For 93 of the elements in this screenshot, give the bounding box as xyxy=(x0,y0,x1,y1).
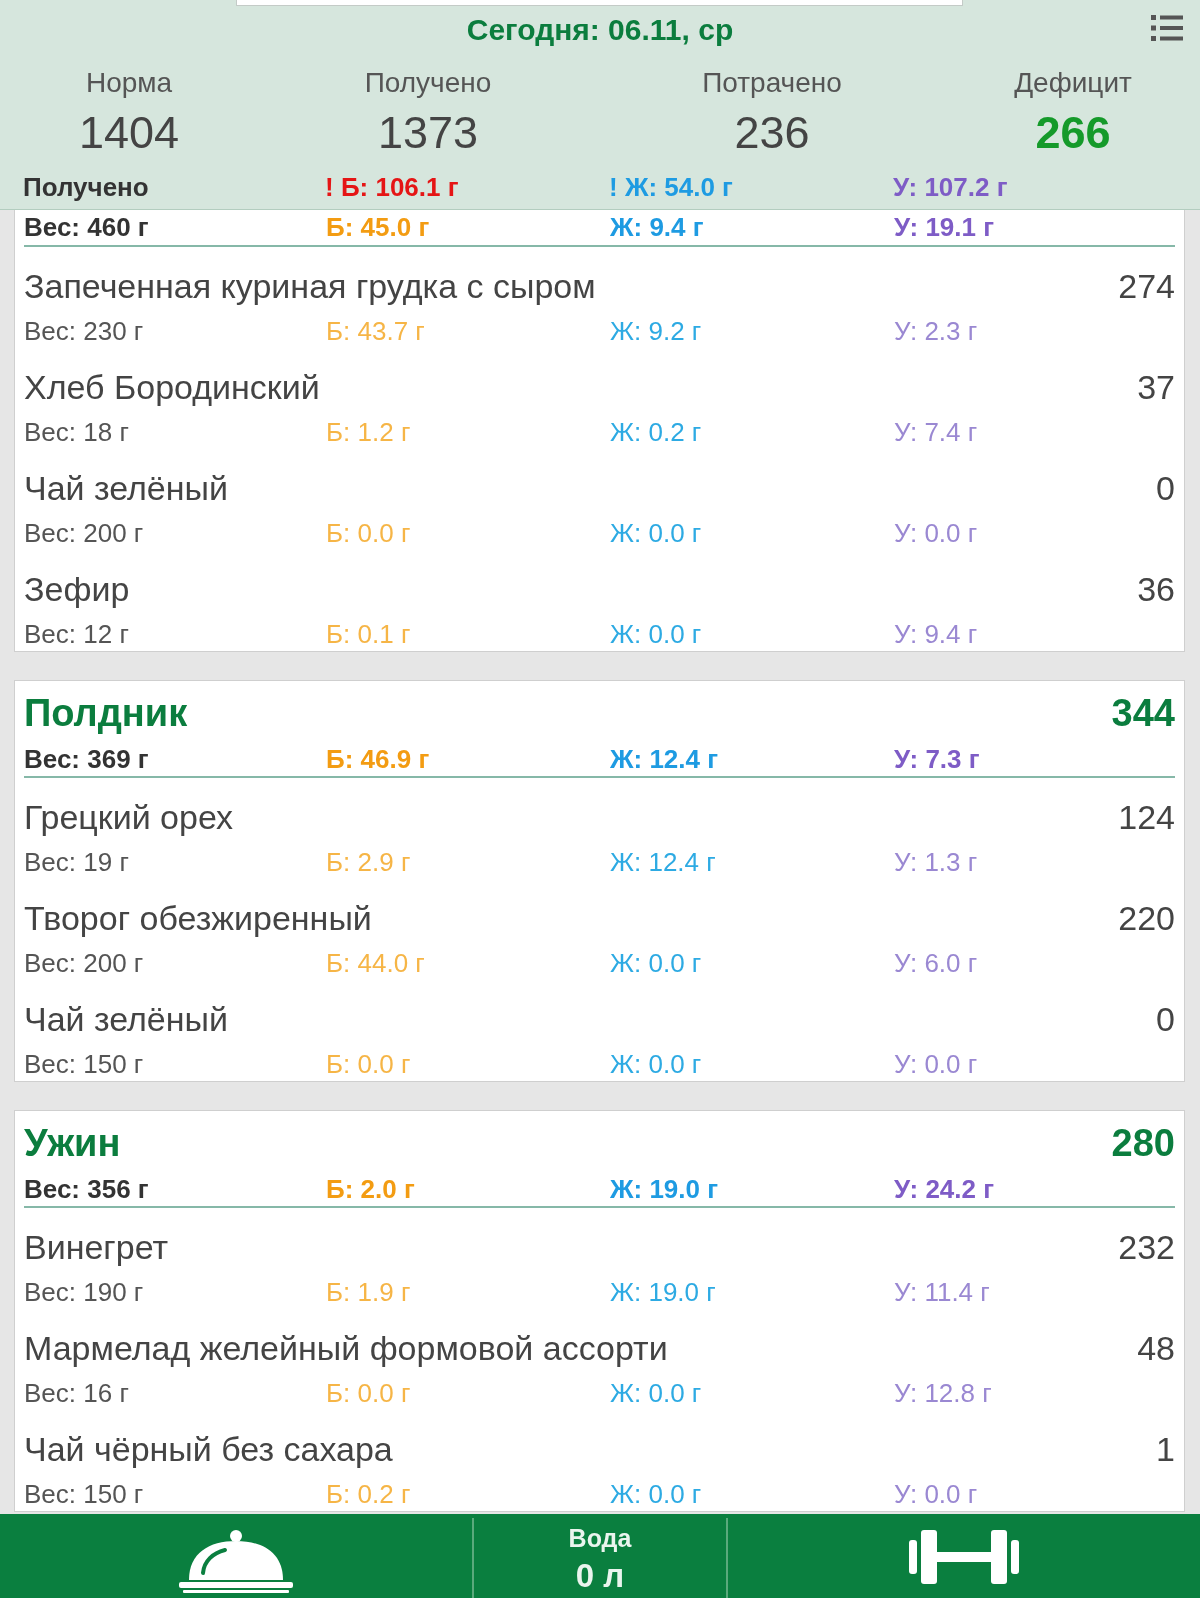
stat-label: Дефицит xyxy=(1014,66,1132,100)
food-name[interactable]: Чай чёрный без сахара xyxy=(24,1429,393,1469)
protein-text: Б: 46.9 г xyxy=(326,743,431,776)
fat-text: Ж: 0.0 г xyxy=(610,1377,703,1410)
weight-text: Вес: 460 г xyxy=(24,211,150,244)
weight-text: Вес: 18 г xyxy=(24,416,130,449)
food-calories: 0 xyxy=(1156,468,1175,508)
protein-text: ! Б: 106.1 г xyxy=(325,171,460,204)
meal-calories: 280 xyxy=(1111,1121,1175,1165)
fat-text: Ж: 0.0 г xyxy=(610,1478,703,1511)
protein-text: Б: 43.7 г xyxy=(326,315,426,348)
carbs-text: У: 1.3 г xyxy=(894,846,979,879)
carbs-text: У: 11.4 г xyxy=(894,1276,991,1309)
fat-text: Ж: 0.0 г xyxy=(610,618,703,651)
weight-text: Вес: 190 г xyxy=(24,1276,145,1309)
date-title: Сегодня: 06.11, ср xyxy=(466,12,734,48)
carbs-text: У: 0.0 г xyxy=(894,1478,979,1511)
protein-text: Б: 1.2 г xyxy=(326,416,412,449)
carbs-text: У: 24.2 г xyxy=(894,1173,996,1206)
fat-text: Ж: 12.4 г xyxy=(610,743,720,776)
protein-text: Б: 45.0 г xyxy=(326,211,431,244)
fat-text: Ж: 12.4 г xyxy=(610,846,717,879)
protein-text: Б: 0.0 г xyxy=(326,517,412,550)
food-calories: 232 xyxy=(1118,1227,1175,1267)
food-calories: 1 xyxy=(1156,1429,1175,1469)
food-calories: 36 xyxy=(1137,569,1175,609)
fat-text: Ж: 0.0 г xyxy=(610,947,703,980)
food-name[interactable]: Чай зелёный xyxy=(24,468,228,508)
protein-text: Б: 2.0 г xyxy=(326,1173,416,1206)
food-calories: 37 xyxy=(1137,367,1175,407)
protein-text: Б: 44.0 г xyxy=(326,947,426,980)
fat-text: Ж: 0.2 г xyxy=(610,416,703,449)
fat-text: Ж: 19.0 г xyxy=(610,1173,720,1206)
stat-label: Потрачено xyxy=(702,66,842,100)
meal-calories: 344 xyxy=(1111,691,1175,735)
food-name[interactable]: Винегрет xyxy=(24,1227,169,1267)
food-name[interactable]: Зефир xyxy=(24,569,130,609)
food-calories: 220 xyxy=(1118,898,1175,938)
weight-text: Вес: 150 г xyxy=(24,1478,145,1511)
fat-text: Ж: 0.0 г xyxy=(610,1048,703,1081)
carbs-text: У: 7.3 г xyxy=(894,743,981,776)
carbs-text: У: 0.0 г xyxy=(894,517,979,550)
carbs-text: У: 7.4 г xyxy=(894,416,979,449)
food-calories: 0 xyxy=(1156,999,1175,1039)
stat-value: 236 xyxy=(734,106,810,160)
protein-text: Б: 0.0 г xyxy=(326,1048,412,1081)
food-calories: 124 xyxy=(1118,797,1175,837)
weight-text: Вес: 12 г xyxy=(24,618,130,651)
carbs-text: У: 107.2 г xyxy=(893,171,1009,204)
food-name[interactable]: Творог обезжиренный xyxy=(24,898,372,938)
protein-text: Б: 1.9 г xyxy=(326,1276,412,1309)
weight-text: Вес: 150 г xyxy=(24,1048,145,1081)
dumbbell-icon[interactable] xyxy=(909,1528,1019,1586)
food-calories: 274 xyxy=(1118,266,1175,306)
weight-text: Вес: 356 г xyxy=(24,1173,150,1206)
meal-title[interactable]: Полдник xyxy=(24,691,188,735)
food-calories: 48 xyxy=(1137,1328,1175,1368)
stat-label: Получено xyxy=(364,66,492,100)
food-name[interactable]: Чай зелёный xyxy=(24,999,228,1039)
weight-text: Вес: 19 г xyxy=(24,846,130,879)
cloche-icon[interactable] xyxy=(177,1529,295,1593)
received-label: Получено xyxy=(23,171,150,204)
fat-text: Ж: 9.4 г xyxy=(610,211,705,244)
carbs-text: У: 19.1 г xyxy=(894,211,996,244)
fat-text: ! Ж: 54.0 г xyxy=(609,171,734,204)
weight-text: Вес: 16 г xyxy=(24,1377,130,1410)
protein-text: Б: 2.9 г xyxy=(326,846,412,879)
stat-value: 266 xyxy=(1035,106,1111,160)
food-name[interactable]: Хлеб Бородинский xyxy=(24,367,320,407)
carbs-text: У: 2.3 г xyxy=(894,315,979,348)
protein-text: Б: 0.1 г xyxy=(326,618,412,651)
food-name[interactable]: Запеченная куриная грудка с сыром xyxy=(24,266,596,306)
weight-text: Вес: 200 г xyxy=(24,947,145,980)
stat-label: Норма xyxy=(85,66,173,100)
water-button[interactable]: Вода 0 л xyxy=(568,1521,632,1597)
fat-text: Ж: 0.0 г xyxy=(610,517,703,550)
food-name[interactable]: Мармелад желейный формовой ассорти xyxy=(24,1328,668,1368)
weight-text: Вес: 200 г xyxy=(24,517,145,550)
fat-text: Ж: 19.0 г xyxy=(610,1276,717,1309)
protein-text: Б: 0.2 г xyxy=(326,1478,412,1511)
meal-title[interactable]: Ужин xyxy=(24,1121,121,1165)
protein-text: Б: 0.0 г xyxy=(326,1377,412,1410)
carbs-text: У: 9.4 г xyxy=(894,618,979,651)
stat-value: 1404 xyxy=(78,106,180,160)
carbs-text: У: 6.0 г xyxy=(894,947,979,980)
carbs-text: У: 0.0 г xyxy=(894,1048,979,1081)
food-name[interactable]: Грецкий орех xyxy=(24,797,234,837)
fat-text: Ж: 9.2 г xyxy=(610,315,703,348)
weight-text: Вес: 369 г xyxy=(24,743,150,776)
carbs-text: У: 12.8 г xyxy=(894,1377,993,1410)
weight-text: Вес: 230 г xyxy=(24,315,145,348)
menu-icon[interactable] xyxy=(1151,15,1183,41)
stat-value: 1373 xyxy=(377,106,479,160)
